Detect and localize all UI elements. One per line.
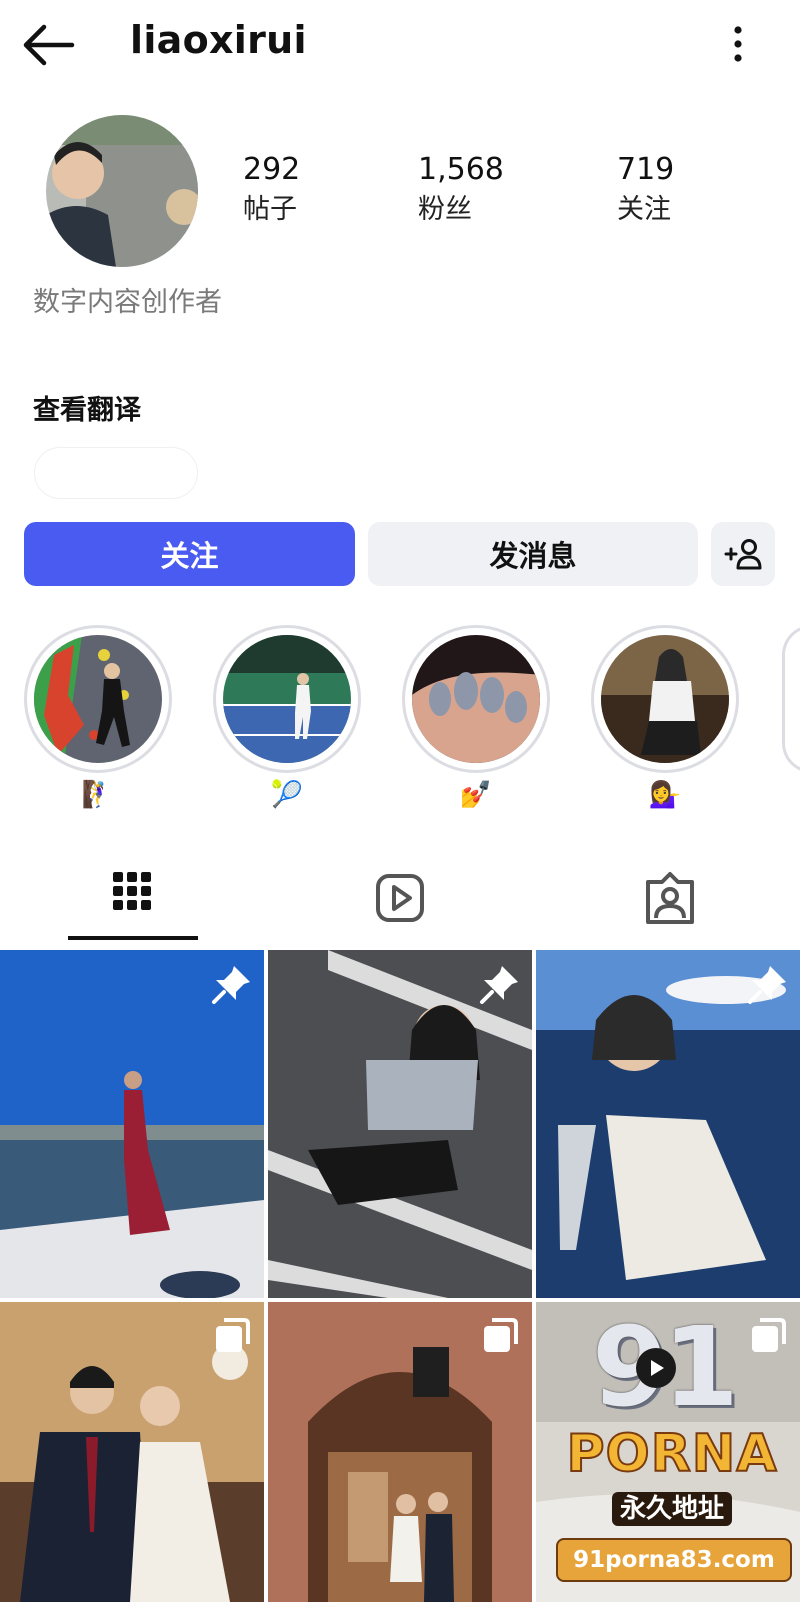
stat-posts-label: 帖子 xyxy=(243,194,297,225)
highlight-climbing[interactable] xyxy=(24,625,172,773)
more-options-icon[interactable] xyxy=(732,24,744,64)
highlight-mirror-selfie[interactable] xyxy=(591,625,739,773)
stat-following[interactable]: 719 关注 xyxy=(617,152,674,226)
post-tile-street-sitting[interactable] xyxy=(268,950,532,1298)
highlight-nails[interactable] xyxy=(402,625,550,773)
message-button[interactable]: 发消息 xyxy=(368,522,698,586)
grid-icon xyxy=(113,872,151,910)
profile-avatar[interactable] xyxy=(46,115,198,267)
highlight-nails-thumb xyxy=(412,635,540,763)
watermark-brand-name: PORNA xyxy=(565,1423,778,1485)
highlight-mirror-selfie-thumb xyxy=(601,635,729,763)
stat-following-label: 关注 xyxy=(617,194,671,225)
highlight-tennis-thumb xyxy=(223,635,351,763)
pinned-icon xyxy=(748,966,786,1004)
active-tab-indicator xyxy=(68,936,198,940)
stat-followers[interactable]: 1,568 粉丝 xyxy=(418,152,504,226)
reels-icon[interactable] xyxy=(370,868,430,928)
tab-posts-grid[interactable] xyxy=(68,852,198,942)
highlight-climbing-thumb xyxy=(34,635,162,763)
multi-photo-icon xyxy=(484,1318,518,1352)
tagged-photos-icon[interactable] xyxy=(640,868,700,928)
pinned-icon xyxy=(480,966,518,1004)
bio-link-pill[interactable] xyxy=(34,447,198,499)
stat-followers-count: 1,568 xyxy=(418,152,504,187)
highlight-next-partial[interactable] xyxy=(782,625,800,773)
stat-following-count: 719 xyxy=(617,152,675,187)
stat-posts-count: 292 xyxy=(243,152,301,187)
watermark-play-icon xyxy=(636,1348,676,1388)
post-tile-ocean-white-dress[interactable] xyxy=(536,950,800,1298)
profile-category: 数字内容创作者 xyxy=(33,287,222,318)
stat-followers-label: 粉丝 xyxy=(418,194,472,225)
profile-username: liaoxirui xyxy=(130,18,307,62)
highlight-tennis-label: 🎾 xyxy=(270,780,304,810)
highlight-climbing-label: 🧗‍♀️ xyxy=(81,780,115,810)
suggested-users-button[interactable] xyxy=(711,522,775,586)
post-tile-wedding-hall[interactable] xyxy=(0,1302,264,1602)
see-translation-link[interactable]: 查看翻译 xyxy=(33,388,141,427)
highlight-nails-label: 💅 xyxy=(459,780,493,810)
post-tile-wedding-arch[interactable] xyxy=(268,1302,532,1602)
highlight-tennis[interactable] xyxy=(213,625,361,773)
watermark-logo: 91 PORNA 永久地址 91porna83.com xyxy=(552,1312,792,1592)
post-tile-boat-red-dress[interactable] xyxy=(0,950,264,1298)
highlight-mirror-selfie-label: 💁‍♀️ xyxy=(648,780,682,810)
multi-photo-icon xyxy=(216,1318,250,1352)
watermark-url: 91porna83.com xyxy=(556,1538,792,1582)
pinned-icon xyxy=(212,966,250,1004)
watermark-tagline: 永久地址 xyxy=(612,1492,732,1526)
follow-button[interactable]: 关注 xyxy=(24,522,355,586)
back-arrow-icon[interactable] xyxy=(22,20,78,70)
add-person-icon xyxy=(724,539,762,570)
stat-posts[interactable]: 292 帖子 xyxy=(243,152,300,226)
